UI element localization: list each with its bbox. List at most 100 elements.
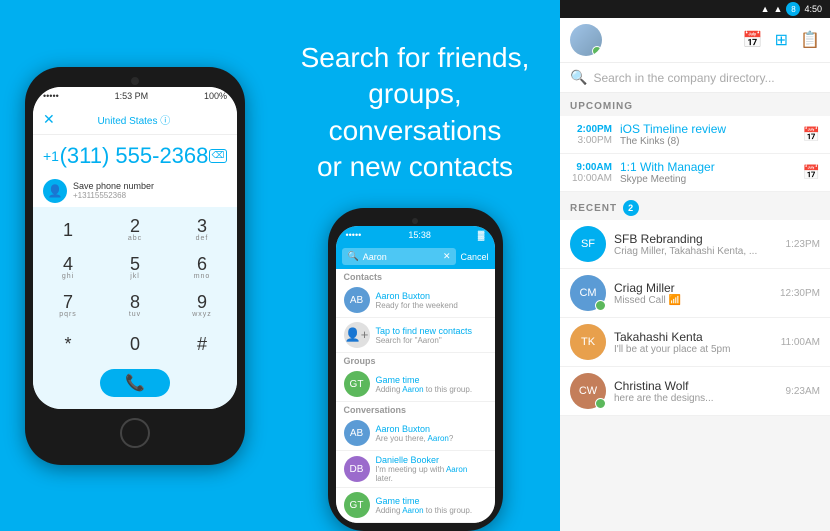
- middle-phone-screen: ••••• 15:38 ▓ 🔍 Aaron ✕ Cancel Con: [336, 226, 495, 523]
- search-avatar-1: AB: [344, 287, 370, 313]
- middle-phone-frame: ••••• 15:38 ▓ 🔍 Aaron ✕ Cancel Con: [328, 208, 503, 531]
- delete-button[interactable]: ⌫: [209, 149, 227, 163]
- save-number-row[interactable]: 👤 Save phone number +13115552368: [33, 175, 237, 207]
- recent-info-sfb: SFB Rebranding Criag Miller, Takahashi K…: [614, 232, 778, 257]
- search-query: Aaron: [363, 252, 387, 262]
- find-contacts-item[interactable]: 👤+ Tap to find new contacts Search for "…: [336, 318, 495, 353]
- country-selector[interactable]: United States ⓘ: [97, 112, 170, 127]
- key-hash[interactable]: #: [177, 327, 227, 361]
- left-phone-screen: ••••• 1:53 PM 100% ✕ United States ⓘ +1 …: [33, 87, 237, 409]
- upcoming-content-2: 1:1 With Manager Skype Meeting: [620, 160, 795, 185]
- groups-section-label: Groups: [336, 353, 495, 367]
- cal-icon-2: 📅: [803, 164, 820, 181]
- key-3[interactable]: 3def: [177, 213, 227, 247]
- country-code: +1: [43, 148, 59, 164]
- signal-dots-mid: •••••: [346, 230, 362, 240]
- recent-time-takahashi: 11:00AM: [781, 337, 820, 348]
- save-number-text: Save phone number +13115552368: [73, 181, 154, 200]
- conv-avatar-2: DB: [344, 456, 370, 482]
- find-contacts-text: Tap to find new contacts Search for "Aar…: [376, 326, 487, 345]
- conv-avatar-1: AB: [344, 420, 370, 446]
- save-contact-icon: 👤: [43, 179, 67, 203]
- online-badge: [592, 46, 602, 56]
- recent-info-takahashi: Takahashi Kenta I'll be at your place at…: [614, 330, 773, 355]
- recent-item-takahashi[interactable]: TK Takahashi Kenta I'll be at your place…: [560, 318, 830, 367]
- conv-avatar-3: GT: [344, 492, 370, 518]
- search-header[interactable]: 🔍 Aaron ✕ Cancel: [336, 244, 495, 269]
- key-6[interactable]: 6mno: [177, 251, 227, 285]
- status-bar-middle: ••••• 15:38 ▓: [336, 226, 495, 244]
- middle-phone-wrapper: ••••• 15:38 ▓ 🔍 Aaron ✕ Cancel Con: [328, 186, 503, 531]
- recent-avatar-christina: CW: [570, 373, 606, 409]
- recent-label: RECENT 2: [560, 192, 830, 220]
- battery-left: 100%: [204, 91, 227, 101]
- close-button[interactable]: ✕: [43, 111, 55, 128]
- time-col-1: 2:00PM 3:00PM: [570, 124, 612, 146]
- recent-time-christina: 9:23AM: [786, 386, 820, 397]
- group-avatar: GT: [344, 371, 370, 397]
- cancel-search-button[interactable]: Cancel: [460, 252, 488, 262]
- dial-row-1: 1 2abc 3def: [43, 213, 227, 247]
- conv-item-1[interactable]: AB Aaron Buxton Are you there, Aaron?: [336, 416, 495, 451]
- contact-card-icon[interactable]: 📋: [800, 30, 820, 50]
- battery-mid: ▓: [478, 230, 485, 240]
- company-search-bar[interactable]: 🔍 Search in the company directory...: [560, 63, 830, 93]
- grid-icon[interactable]: ⊞: [775, 30, 788, 50]
- conv-item-3[interactable]: GT Game time Adding Aaron to this group.: [336, 488, 495, 523]
- header-left: [570, 24, 602, 56]
- dial-number-area: +1 (311) 555-2368 ⌫: [33, 135, 237, 175]
- group-search-text: Game time Adding Aaron to this group.: [376, 375, 487, 394]
- upcoming-item-2[interactable]: 9:00AM 10:00AM 1:1 With Manager Skype Me…: [560, 154, 830, 192]
- upcoming-label: UPCOMING: [560, 93, 830, 116]
- wifi-icon: ▲: [761, 4, 770, 14]
- key-0[interactable]: 0: [110, 327, 160, 361]
- call-button[interactable]: 📞: [100, 369, 170, 397]
- recent-time-criag: 12:30PM: [780, 288, 820, 299]
- search-result-item[interactable]: AB Aaron Buxton Ready for the weekend: [336, 283, 495, 318]
- time-col-2: 9:00AM 10:00AM: [570, 162, 612, 184]
- recent-avatar-takahashi: TK: [570, 324, 606, 360]
- key-8[interactable]: 8tuv: [110, 289, 160, 323]
- recent-item-sfb[interactable]: SF SFB Rebranding Criag Miller, Takahash…: [560, 220, 830, 269]
- clear-search-icon[interactable]: ✕: [443, 251, 451, 262]
- left-panel: ••••• 1:53 PM 100% ✕ United States ⓘ +1 …: [0, 0, 270, 531]
- find-contacts-icon: 👤+: [344, 322, 370, 348]
- status-dot-christina: [595, 398, 606, 409]
- recent-item-christina[interactable]: CW Christina Wolf here are the designs..…: [560, 367, 830, 416]
- middle-panel: Search for friends, groups, conversation…: [270, 0, 560, 531]
- dial-row-4: * 0 #: [43, 327, 227, 361]
- signal-dots: •••••: [43, 91, 59, 101]
- user-avatar[interactable]: [570, 24, 602, 56]
- left-phone-frame: ••••• 1:53 PM 100% ✕ United States ⓘ +1 …: [25, 67, 245, 465]
- key-4[interactable]: 4ghi: [43, 251, 93, 285]
- right-header: 📅 ⊞ 📋: [560, 18, 830, 63]
- status-bar-left: ••••• 1:53 PM 100%: [33, 87, 237, 105]
- time-left: 1:53 PM: [115, 91, 149, 101]
- home-button[interactable]: [120, 418, 150, 448]
- upcoming-content-1: iOS Timeline review The Kinks (8): [620, 122, 795, 147]
- calendar-icon[interactable]: 📅: [743, 30, 763, 50]
- dial-header: ✕ United States ⓘ: [33, 105, 237, 135]
- key-7[interactable]: 7pqrs: [43, 289, 93, 323]
- conv-item-2[interactable]: DB Danielle Booker I'm meeting up with A…: [336, 451, 495, 488]
- search-input[interactable]: 🔍 Aaron ✕: [342, 248, 457, 265]
- recent-avatar-criag: CM: [570, 275, 606, 311]
- search-icon: 🔍: [348, 251, 359, 262]
- conversations-section-label: Conversations: [336, 402, 495, 416]
- key-5[interactable]: 5jkl: [110, 251, 160, 285]
- recent-time-sfb: 1:23PM: [786, 239, 820, 250]
- recent-avatar-sfb: SF: [570, 226, 606, 262]
- right-panel: ▲ ▲ 8 4:50 📅 ⊞ 📋 🔍 Search in the company…: [560, 0, 830, 531]
- key-2[interactable]: 2abc: [110, 213, 160, 247]
- recent-badge: 2: [623, 200, 639, 216]
- key-star[interactable]: *: [43, 327, 93, 361]
- recent-info-christina: Christina Wolf here are the designs...: [614, 379, 778, 404]
- key-9[interactable]: 9wxyz: [177, 289, 227, 323]
- key-1[interactable]: 1: [43, 213, 93, 247]
- upcoming-item-1[interactable]: 2:00PM 3:00PM iOS Timeline review The Ki…: [560, 116, 830, 154]
- dialed-number: (311) 555-2368: [60, 143, 209, 169]
- recent-item-criag[interactable]: CM Criag Miller Missed Call 📶 12:30PM: [560, 269, 830, 318]
- group-search-item[interactable]: GT Game time Adding Aaron to this group.: [336, 367, 495, 402]
- cal-icon-1: 📅: [803, 126, 820, 143]
- android-status-bar: ▲ ▲ 8 4:50: [560, 0, 830, 18]
